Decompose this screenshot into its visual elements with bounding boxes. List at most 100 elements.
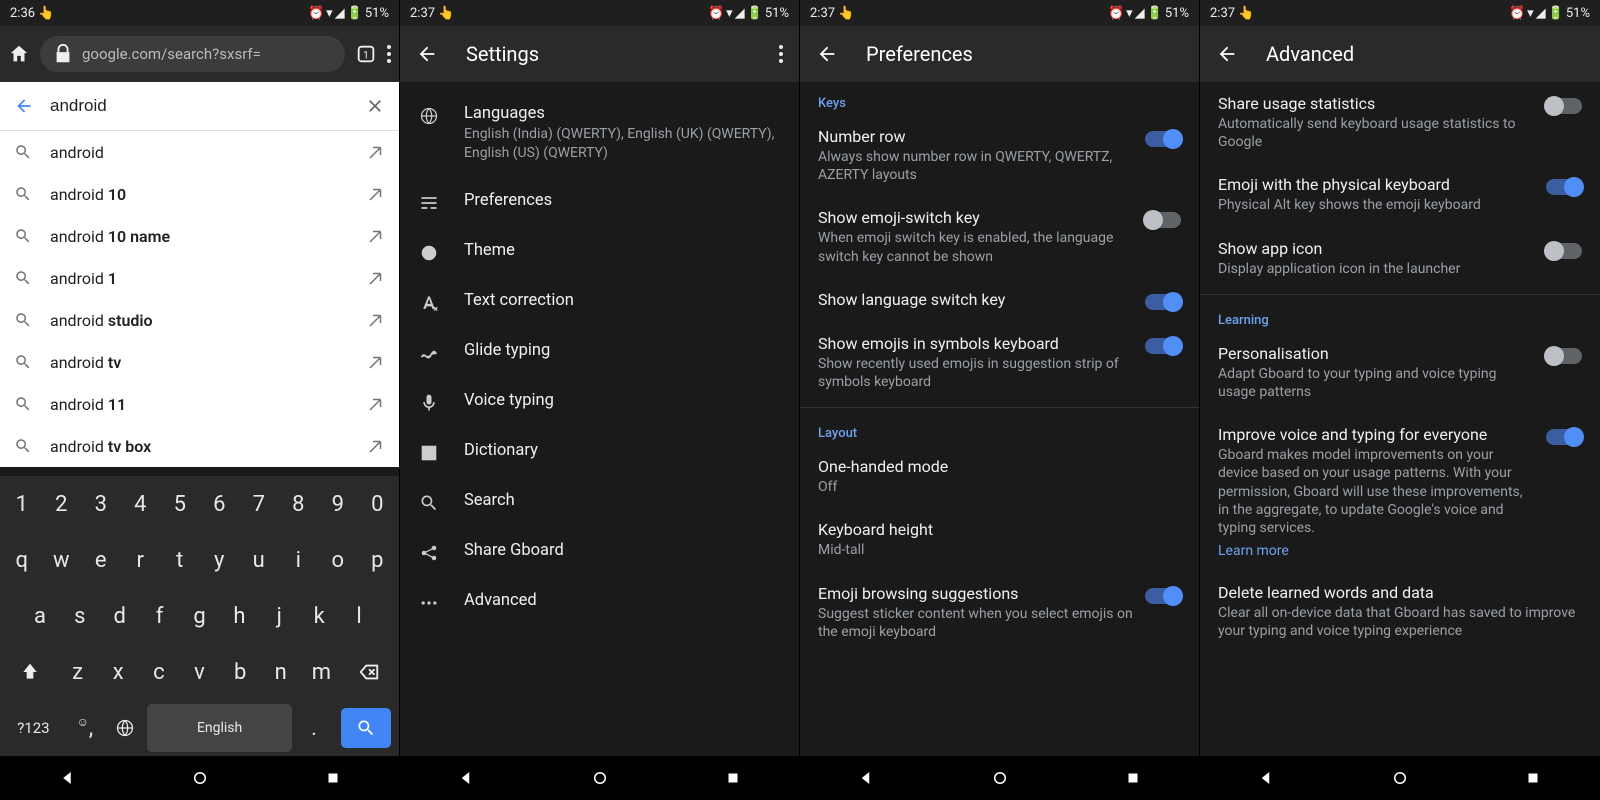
- overflow-menu-icon[interactable]: [387, 45, 391, 63]
- insert-arrow-icon[interactable]: [367, 395, 385, 413]
- search-key[interactable]: [336, 704, 395, 752]
- key-m[interactable]: m: [303, 648, 340, 696]
- pref-item[interactable]: Delete learned words and dataClear all o…: [1200, 571, 1600, 652]
- key-v[interactable]: v: [181, 648, 218, 696]
- key-g[interactable]: g: [182, 592, 218, 640]
- insert-arrow-icon[interactable]: [367, 437, 385, 455]
- key-x[interactable]: x: [100, 648, 137, 696]
- home-icon[interactable]: [8, 43, 30, 65]
- insert-arrow-icon[interactable]: [367, 353, 385, 371]
- key-z[interactable]: z: [59, 648, 96, 696]
- key-1[interactable]: 1: [4, 480, 40, 528]
- settings-item[interactable]: Advanced: [400, 577, 799, 627]
- pref-item[interactable]: Show emojis in symbols keyboardShow rece…: [800, 322, 1199, 403]
- nav-back-icon[interactable]: [458, 769, 476, 787]
- toggle-switch[interactable]: [1145, 338, 1181, 354]
- clear-icon[interactable]: [365, 96, 385, 116]
- suggestion-item[interactable]: android tv box: [0, 425, 399, 467]
- back-icon[interactable]: [416, 43, 438, 65]
- key-e[interactable]: e: [83, 536, 119, 584]
- key-y[interactable]: y: [202, 536, 238, 584]
- insert-arrow-icon[interactable]: [367, 269, 385, 287]
- key-q[interactable]: q: [4, 536, 40, 584]
- key-p[interactable]: p: [360, 536, 396, 584]
- back-icon[interactable]: [816, 43, 838, 65]
- tabs-icon[interactable]: 1: [355, 43, 377, 65]
- key-c[interactable]: c: [141, 648, 178, 696]
- learn-more-link[interactable]: Learn more: [1218, 543, 1534, 559]
- pref-item[interactable]: Show app iconDisplay application icon in…: [1200, 227, 1600, 290]
- insert-arrow-icon[interactable]: [367, 143, 385, 161]
- toggle-switch[interactable]: [1145, 212, 1181, 228]
- key-d[interactable]: d: [102, 592, 138, 640]
- pref-item[interactable]: Show language switch key: [800, 278, 1199, 322]
- language-key[interactable]: [107, 704, 143, 752]
- space-key[interactable]: English: [147, 704, 292, 752]
- pref-item[interactable]: Number rowAlways show number row in QWER…: [800, 115, 1199, 196]
- key-s[interactable]: s: [62, 592, 98, 640]
- nav-recent-icon[interactable]: [1524, 769, 1542, 787]
- period-key[interactable]: .: [296, 704, 332, 752]
- key-b[interactable]: b: [222, 648, 259, 696]
- nav-back-icon[interactable]: [858, 769, 876, 787]
- key-n[interactable]: n: [262, 648, 299, 696]
- settings-item[interactable]: Text correction: [400, 277, 799, 327]
- toggle-switch[interactable]: [1546, 243, 1582, 259]
- shift-key[interactable]: [4, 648, 55, 696]
- key-l[interactable]: l: [341, 592, 377, 640]
- pref-item[interactable]: Share usage statisticsAutomatically send…: [1200, 82, 1600, 163]
- nav-back-icon[interactable]: [1258, 769, 1276, 787]
- key-w[interactable]: w: [44, 536, 80, 584]
- key-i[interactable]: i: [281, 536, 317, 584]
- toggle-switch[interactable]: [1546, 179, 1582, 195]
- symbols-key[interactable]: ?123: [4, 704, 63, 752]
- toggle-switch[interactable]: [1546, 348, 1582, 364]
- nav-home-icon[interactable]: [591, 769, 609, 787]
- pref-item[interactable]: One-handed modeOff: [800, 445, 1199, 508]
- pref-item[interactable]: Emoji browsing suggestionsSuggest sticke…: [800, 572, 1199, 653]
- key-7[interactable]: 7: [241, 480, 277, 528]
- pref-item[interactable]: Emoji with the physical keyboardPhysical…: [1200, 163, 1600, 226]
- settings-item[interactable]: Theme: [400, 227, 799, 277]
- pref-item[interactable]: Improve voice and typing for everyoneGbo…: [1200, 413, 1600, 571]
- key-4[interactable]: 4: [123, 480, 159, 528]
- nav-recent-icon[interactable]: [324, 769, 342, 787]
- url-field[interactable]: google.com/search?sxsrf=: [40, 36, 345, 72]
- nav-recent-icon[interactable]: [724, 769, 742, 787]
- settings-item[interactable]: Voice typing: [400, 377, 799, 427]
- nav-home-icon[interactable]: [991, 769, 1009, 787]
- key-2[interactable]: 2: [44, 480, 80, 528]
- nav-home-icon[interactable]: [1391, 769, 1409, 787]
- insert-arrow-icon[interactable]: [367, 227, 385, 245]
- back-icon[interactable]: [1216, 43, 1238, 65]
- settings-item[interactable]: Preferences: [400, 177, 799, 227]
- emoji-key[interactable]: ☺,: [67, 704, 103, 752]
- suggestion-item[interactable]: android 10 name: [0, 215, 399, 257]
- overflow-menu-icon[interactable]: [779, 45, 783, 63]
- key-9[interactable]: 9: [320, 480, 356, 528]
- key-h[interactable]: h: [221, 592, 257, 640]
- nav-recent-icon[interactable]: [1124, 769, 1142, 787]
- pref-item[interactable]: PersonalisationAdapt Gboard to your typi…: [1200, 332, 1600, 413]
- key-r[interactable]: r: [123, 536, 159, 584]
- key-5[interactable]: 5: [162, 480, 198, 528]
- key-o[interactable]: o: [320, 536, 356, 584]
- key-6[interactable]: 6: [202, 480, 238, 528]
- toggle-switch[interactable]: [1145, 131, 1181, 147]
- nav-back-icon[interactable]: [58, 769, 76, 787]
- toggle-switch[interactable]: [1546, 429, 1582, 445]
- key-f[interactable]: f: [142, 592, 178, 640]
- nav-home-icon[interactable]: [191, 769, 209, 787]
- suggestion-item[interactable]: android tv: [0, 341, 399, 383]
- toggle-switch[interactable]: [1145, 294, 1181, 310]
- suggestion-item[interactable]: android studio: [0, 299, 399, 341]
- suggestion-item[interactable]: android 10: [0, 173, 399, 215]
- insert-arrow-icon[interactable]: [367, 185, 385, 203]
- key-3[interactable]: 3: [83, 480, 119, 528]
- key-j[interactable]: j: [261, 592, 297, 640]
- insert-arrow-icon[interactable]: [367, 311, 385, 329]
- backspace-key[interactable]: [344, 648, 395, 696]
- settings-item[interactable]: Search: [400, 477, 799, 527]
- suggestion-item[interactable]: android: [0, 131, 399, 173]
- suggestion-item[interactable]: android 11: [0, 383, 399, 425]
